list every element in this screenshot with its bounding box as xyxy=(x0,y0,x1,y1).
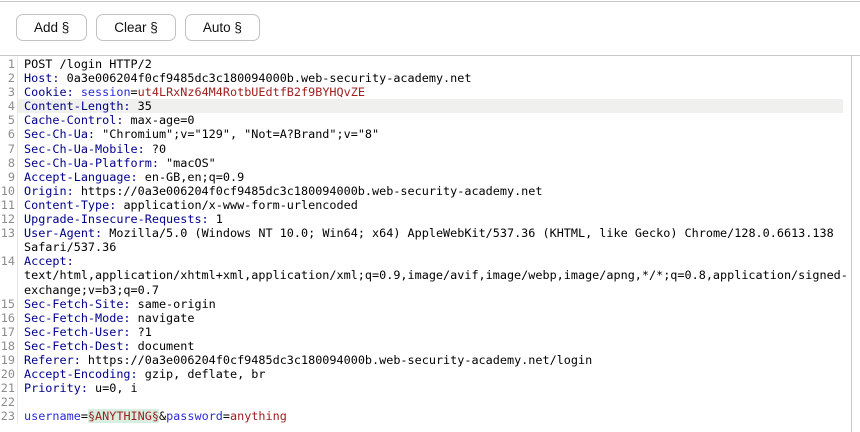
editor-row[interactable]: 13User-Agent: Mozilla/5.0 (Windows NT 10… xyxy=(0,226,851,240)
line-content: Cookie: session=ut4LRxNz64M4RotbUEdtfB2f… xyxy=(18,85,843,99)
auto-positions-button[interactable]: Auto § xyxy=(185,14,260,41)
positions-toolbar: Add § Clear § Auto § xyxy=(16,14,260,41)
line-number: 3 xyxy=(0,85,18,99)
line-content: Sec-Ch-Ua-Mobile: ?0 xyxy=(18,142,843,156)
line-number: 2 xyxy=(0,71,18,85)
window-top-border xyxy=(0,1,860,2)
line-content: exchange;v=b3;q=0.7 xyxy=(18,283,843,297)
editor-row[interactable]: 3Cookie: session=ut4LRxNz64M4RotbUEdtfB2… xyxy=(0,85,851,99)
line-content: Sec-Ch-Ua: "Chromium";v="129", "Not=A?Br… xyxy=(18,127,843,141)
editor-row[interactable]: 10Origin: https://0a3e006204f0cf9485dc3c… xyxy=(0,184,851,198)
line-content: Referer: https://0a3e006204f0cf9485dc3c1… xyxy=(18,353,843,367)
line-content: Sec-Fetch-Mode: navigate xyxy=(18,311,843,325)
line-number: 4 xyxy=(0,99,18,113)
line-content: POST /login HTTP/2 xyxy=(18,57,843,71)
line-number: 15 xyxy=(0,297,18,311)
line-number: 23 xyxy=(0,409,18,423)
line-content: Origin: https://0a3e006204f0cf9485dc3c18… xyxy=(18,184,843,198)
editor-row[interactable]: 1POST /login HTTP/2 xyxy=(0,57,851,71)
line-content: Accept: xyxy=(18,254,843,268)
add-position-button[interactable]: Add § xyxy=(16,14,87,41)
line-number: 1 xyxy=(0,57,18,71)
line-number: 19 xyxy=(0,353,18,367)
line-number: 13 xyxy=(0,226,18,240)
editor-row[interactable]: 7Sec-Ch-Ua-Mobile: ?0 xyxy=(0,142,851,156)
line-number: 8 xyxy=(0,156,18,170)
line-number: 12 xyxy=(0,212,18,226)
editor-row[interactable]: 5Cache-Control: max-age=0 xyxy=(0,113,851,127)
line-number: 7 xyxy=(0,142,18,156)
editor-row[interactable]: 11Content-Type: application/x-www-form-u… xyxy=(0,198,851,212)
editor-row[interactable]: exchange;v=b3;q=0.7 xyxy=(0,283,851,297)
line-content xyxy=(18,395,843,409)
editor-row[interactable]: 12Upgrade-Insecure-Requests: 1 xyxy=(0,212,851,226)
line-content: Cache-Control: max-age=0 xyxy=(18,113,843,127)
line-number: 11 xyxy=(0,198,18,212)
line-number xyxy=(0,268,18,282)
line-content: Sec-Fetch-Dest: document xyxy=(18,339,843,353)
line-content: Accept-Encoding: gzip, deflate, br xyxy=(18,367,843,381)
line-content: User-Agent: Mozilla/5.0 (Windows NT 10.0… xyxy=(18,226,843,240)
line-number xyxy=(0,283,18,297)
line-content: Sec-Fetch-User: ?1 xyxy=(18,325,843,339)
editor-row[interactable]: 18Sec-Fetch-Dest: document xyxy=(0,339,851,353)
line-content: Accept-Language: en-GB,en;q=0.9 xyxy=(18,170,843,184)
editor-row[interactable]: 16Sec-Fetch-Mode: navigate xyxy=(0,311,851,325)
editor-row[interactable]: 19Referer: https://0a3e006204f0cf9485dc3… xyxy=(0,353,851,367)
line-content: Content-Type: application/x-www-form-url… xyxy=(18,198,843,212)
line-content: Sec-Fetch-Site: same-origin xyxy=(18,297,843,311)
line-number: 6 xyxy=(0,127,18,141)
editor-row[interactable]: text/html,application/xhtml+xml,applicat… xyxy=(0,268,851,282)
editor-row[interactable]: 17Sec-Fetch-User: ?1 xyxy=(0,325,851,339)
editor-row[interactable]: 15Sec-Fetch-Site: same-origin xyxy=(0,297,851,311)
line-content: text/html,application/xhtml+xml,applicat… xyxy=(18,268,848,282)
line-number: 5 xyxy=(0,113,18,127)
request-editor[interactable]: 1POST /login HTTP/22Host: 0a3e006204f0cf… xyxy=(0,56,852,432)
line-content: Sec-Ch-Ua-Platform: "macOS" xyxy=(18,156,843,170)
clear-positions-button[interactable]: Clear § xyxy=(96,14,176,41)
editor-row[interactable]: 2Host: 0a3e006204f0cf9485dc3c180094000b.… xyxy=(0,71,851,85)
line-number: 10 xyxy=(0,184,18,198)
line-number: 14 xyxy=(0,254,18,268)
editor-row[interactable]: Safari/537.36 xyxy=(0,240,851,254)
vertical-scrollbar[interactable] xyxy=(852,56,859,432)
line-content: Content-Length: 35 xyxy=(18,99,843,113)
editor-row[interactable]: 9Accept-Language: en-GB,en;q=0.9 xyxy=(0,170,851,184)
request-editor-wrap: 1POST /login HTTP/22Host: 0a3e006204f0cf… xyxy=(0,56,860,432)
line-number: 21 xyxy=(0,381,18,395)
line-content: Host: 0a3e006204f0cf9485dc3c180094000b.w… xyxy=(18,71,843,85)
line-number: 18 xyxy=(0,339,18,353)
editor-row[interactable]: 6Sec-Ch-Ua: "Chromium";v="129", "Not=A?B… xyxy=(0,127,851,141)
intruder-positions-panel: Add § Clear § Auto § 1POST /login HTTP/2… xyxy=(0,0,860,432)
editor-row[interactable]: 4Content-Length: 35 xyxy=(0,99,851,113)
line-content: Upgrade-Insecure-Requests: 1 xyxy=(18,212,843,226)
line-number: 20 xyxy=(0,367,18,381)
line-content: username=§ANYTHING§&password=anything xyxy=(18,409,843,423)
editor-row[interactable]: 8Sec-Ch-Ua-Platform: "macOS" xyxy=(0,156,851,170)
editor-row[interactable]: 22 xyxy=(0,395,851,409)
line-number xyxy=(0,240,18,254)
editor-row[interactable]: 14Accept: xyxy=(0,254,851,268)
line-content: Priority: u=0, i xyxy=(18,381,843,395)
editor-row[interactable]: 21Priority: u=0, i xyxy=(0,381,851,395)
editor-row[interactable]: 20Accept-Encoding: gzip, deflate, br xyxy=(0,367,851,381)
editor-row[interactable]: 23username=§ANYTHING§&password=anything xyxy=(0,409,851,423)
line-content: Safari/537.36 xyxy=(18,240,843,254)
line-number: 17 xyxy=(0,325,18,339)
line-number: 16 xyxy=(0,311,18,325)
line-number: 22 xyxy=(0,395,18,409)
line-number: 9 xyxy=(0,170,18,184)
